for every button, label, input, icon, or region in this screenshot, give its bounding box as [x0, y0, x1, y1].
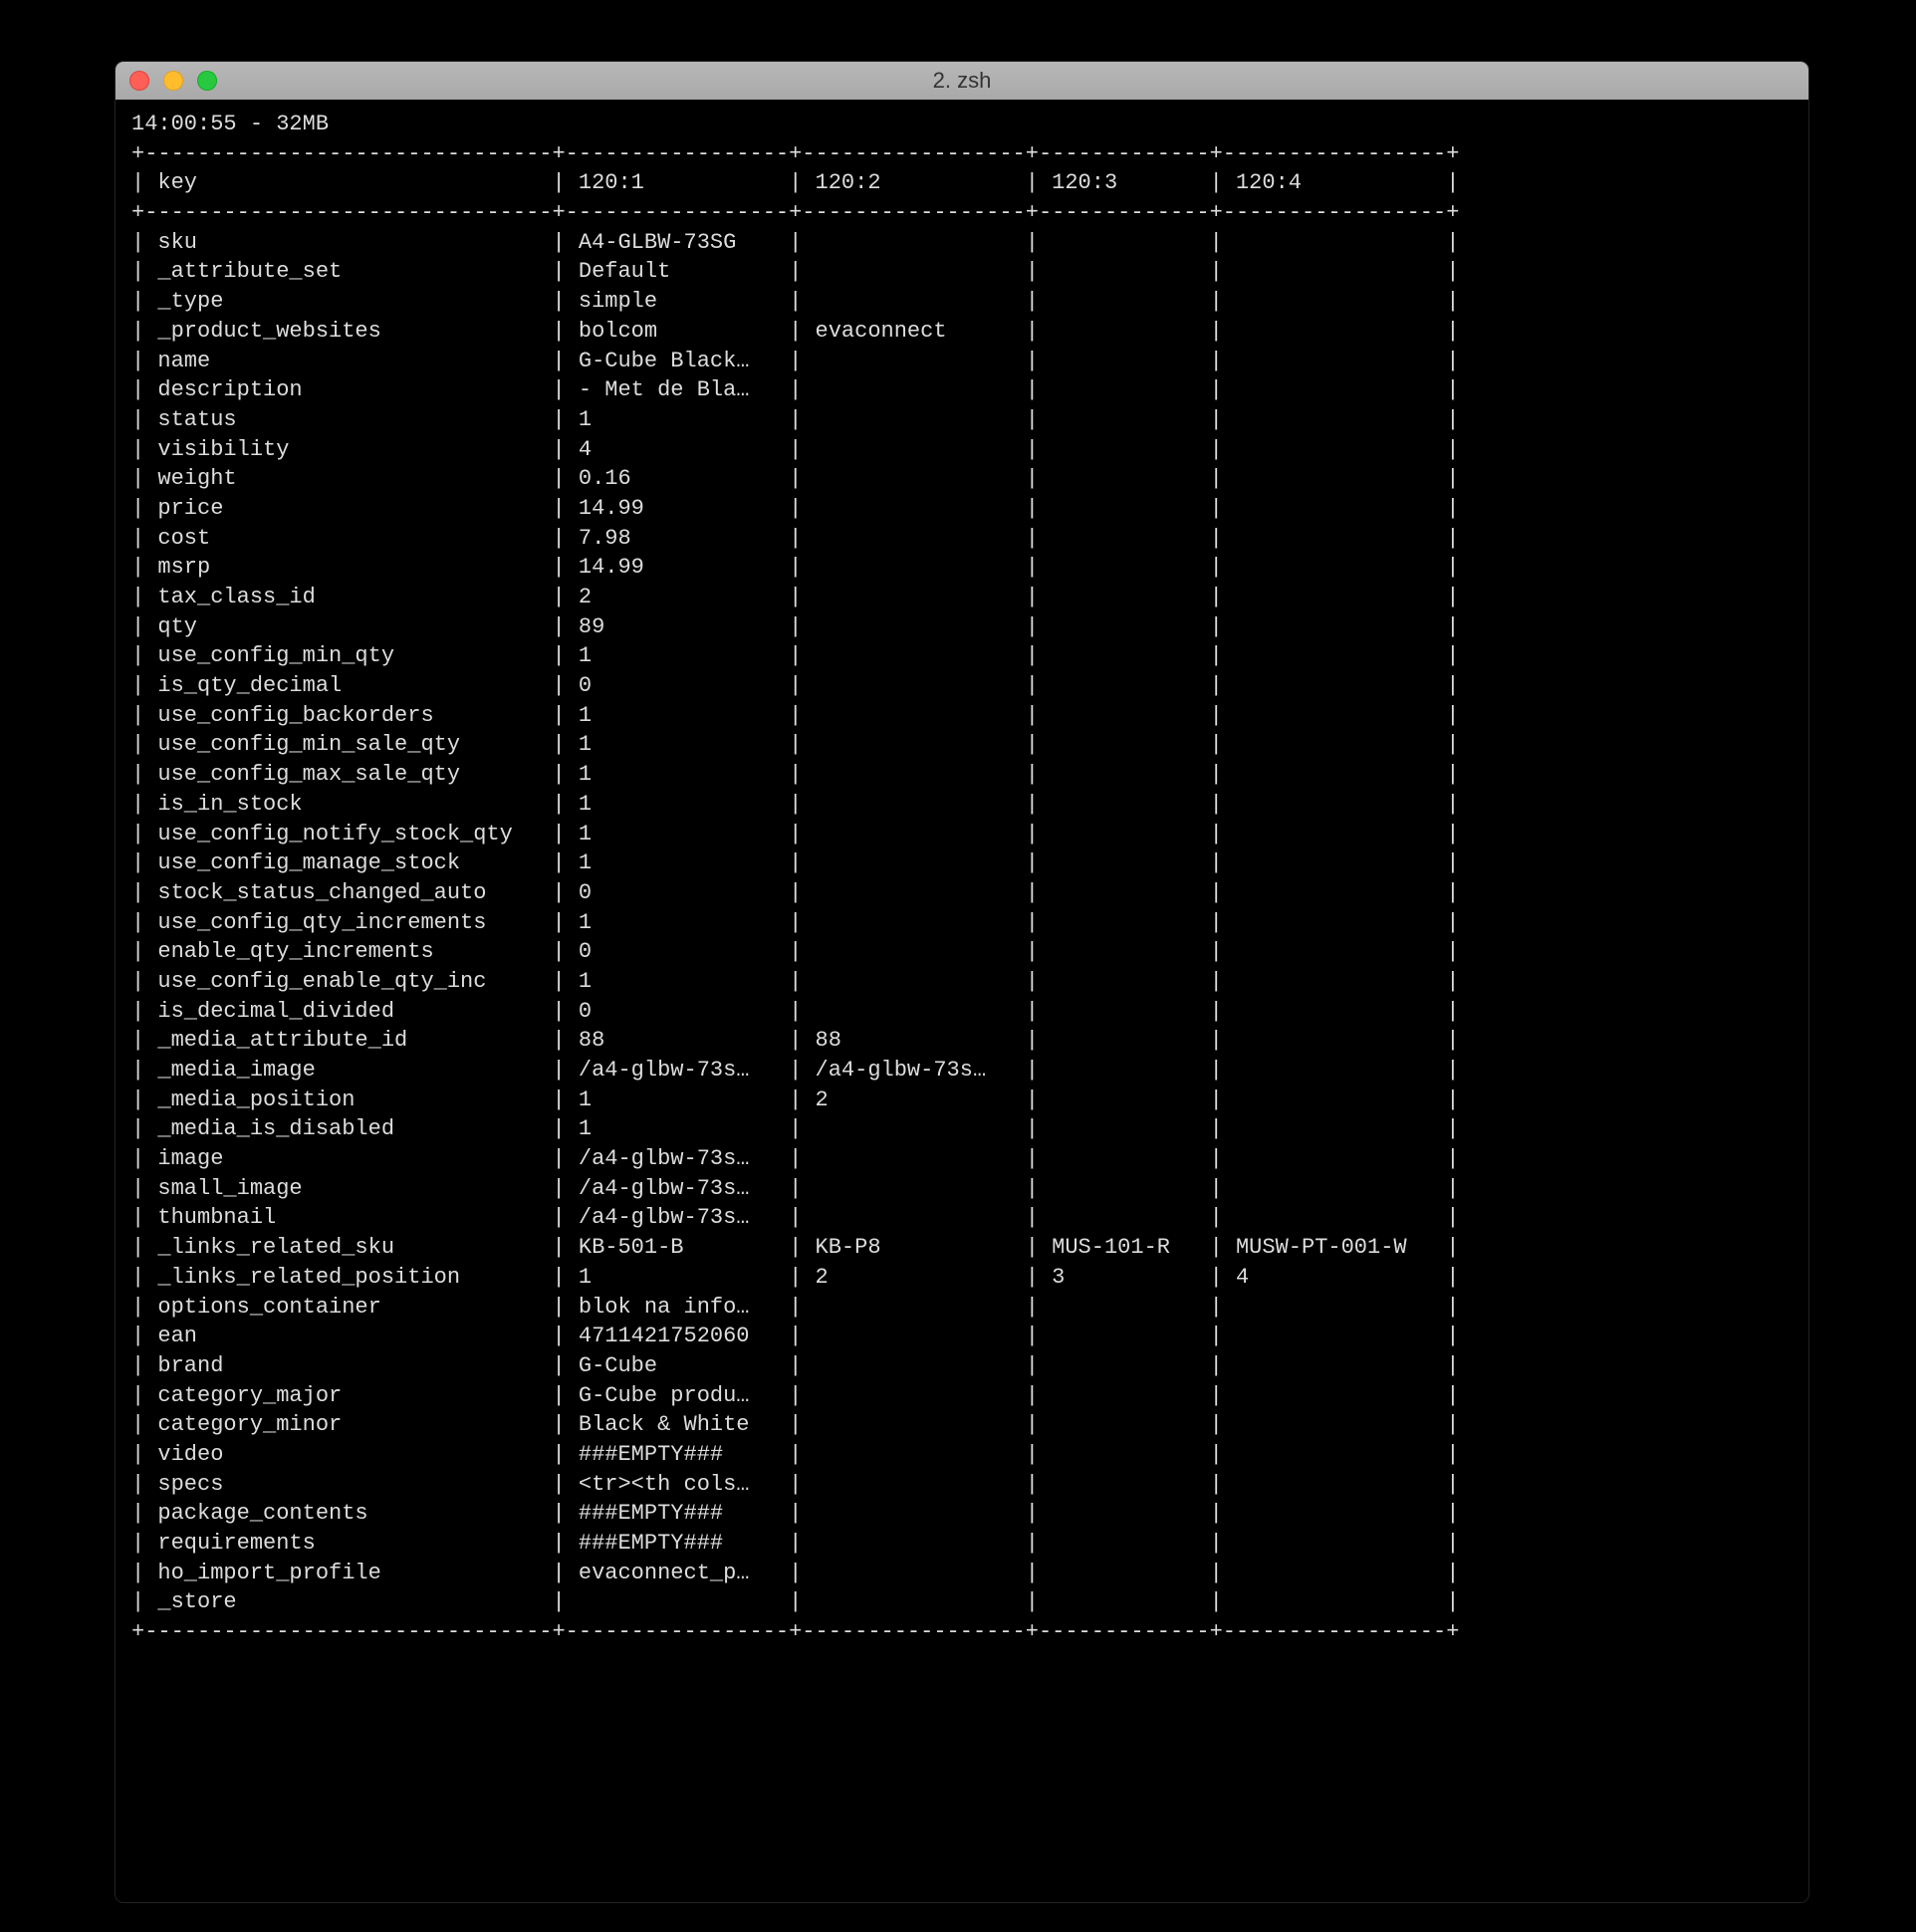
- desktop: 2. zsh 14:00:55 - 32MB +----------------…: [0, 0, 1916, 1932]
- terminal-window: 2. zsh 14:00:55 - 32MB +----------------…: [116, 62, 1808, 1902]
- minimize-icon[interactable]: [163, 71, 183, 91]
- traffic-lights: [129, 71, 217, 91]
- close-icon[interactable]: [129, 71, 149, 91]
- terminal-output[interactable]: 14:00:55 - 32MB +-----------------------…: [116, 100, 1808, 1902]
- zoom-icon[interactable]: [197, 71, 217, 91]
- window-title: 2. zsh: [116, 68, 1808, 94]
- titlebar[interactable]: 2. zsh: [116, 62, 1808, 100]
